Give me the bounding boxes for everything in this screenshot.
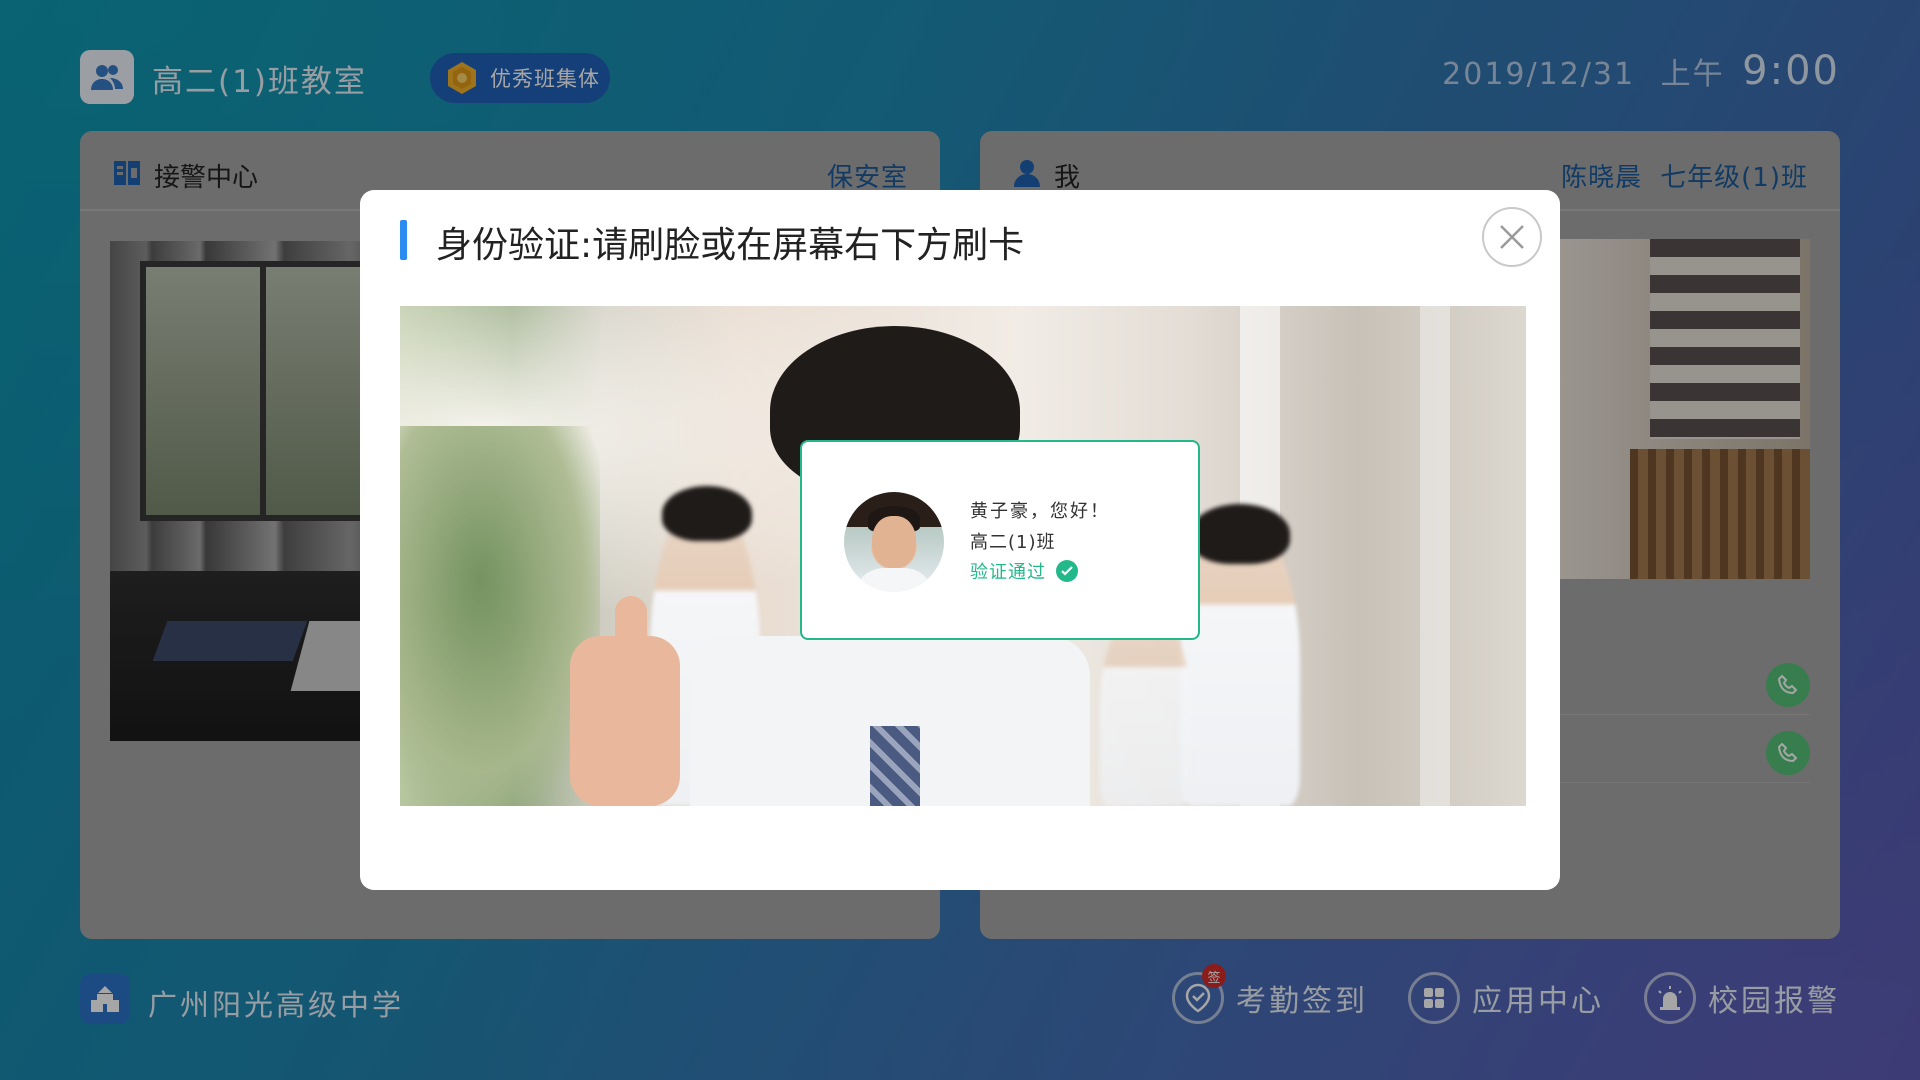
close-icon (1500, 225, 1524, 249)
student-class: 高二(1)班 (970, 532, 1056, 553)
identity-verification-modal: 身份验证:请刷脸或在屏幕右下方刷卡 黄子豪，您好！ 高二(1)班 验证通过 (360, 190, 1560, 890)
check-circle-icon (1056, 560, 1078, 582)
verification-status: 验证通过 (970, 558, 1078, 584)
camera-feed: 黄子豪，您好！ 高二(1)班 验证通过 (400, 306, 1526, 806)
close-button[interactable] (1482, 207, 1542, 267)
modal-title: 身份验证:请刷脸或在屏幕右下方刷卡 (436, 225, 1025, 266)
verification-result-card: 黄子豪，您好！ 高二(1)班 验证通过 (800, 440, 1200, 640)
verification-status-text: 验证通过 (970, 562, 1046, 583)
avatar (844, 492, 944, 592)
greeting-text: 黄子豪，您好！ (970, 501, 1110, 522)
title-accent-bar (400, 220, 407, 260)
